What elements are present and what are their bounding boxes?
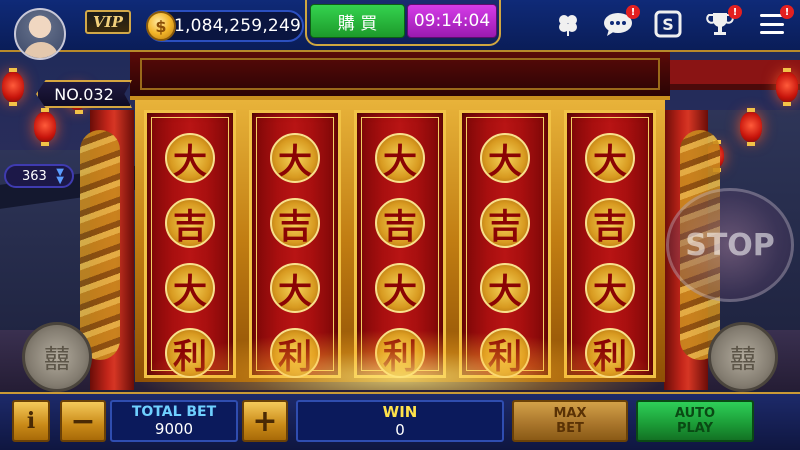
- win-panel: WIN 0: [296, 400, 504, 442]
- vip-badge[interactable]: VIP: [85, 10, 131, 34]
- buy-button[interactable]: 購 買: [310, 4, 405, 38]
- level-count-dropdown[interactable]: 363 ▼ ▼: [4, 164, 74, 188]
- chat-badge: !: [626, 5, 640, 19]
- level-count-value: 363: [22, 168, 47, 184]
- menu-icon[interactable]: !: [756, 5, 794, 39]
- auto-play-button[interactable]: AUTO PLAY: [636, 400, 754, 442]
- top-bar: VIP $ 1,084,259,249 購 買 09:14:04 ! S ! !: [0, 0, 800, 52]
- level-tag: NO.032: [36, 80, 132, 108]
- stone-drum-left-icon: [22, 322, 92, 392]
- bottom-bar: i − TOTAL BET 9000 + WIN 0 MAX BET AUTO …: [0, 392, 800, 450]
- reel-symbol: 大: [585, 263, 635, 313]
- reel-symbol: 大: [270, 133, 320, 183]
- reel-symbol: 大: [480, 133, 530, 183]
- stop-button[interactable]: STOP: [666, 188, 794, 302]
- reel-symbol: 吉: [165, 198, 215, 248]
- lantern-icon: [740, 108, 762, 146]
- trophy-badge: !: [728, 5, 742, 19]
- reel-symbol: 吉: [585, 198, 635, 248]
- chevron-down-icon: ▼ ▼: [56, 167, 64, 186]
- total-bet-label: TOTAL BET: [131, 404, 217, 420]
- lantern-icon: [34, 108, 56, 146]
- info-button[interactable]: i: [12, 400, 50, 442]
- win-glow: [135, 330, 665, 390]
- lantern-icon: [776, 68, 798, 106]
- max-bet-button[interactable]: MAX BET: [512, 400, 628, 442]
- chat-icon[interactable]: !: [602, 5, 640, 39]
- max-bet-label-line1: MAX: [553, 406, 587, 421]
- coin-icon: $: [146, 11, 176, 41]
- stone-drum-right-icon: [708, 322, 778, 392]
- coin-balance: 1,084,259,249: [174, 16, 301, 36]
- trophy-icon[interactable]: !: [704, 5, 742, 39]
- total-bet-panel: TOTAL BET 9000: [110, 400, 238, 442]
- reel-symbol: 吉: [480, 198, 530, 248]
- lantern-icon: [2, 68, 24, 106]
- timer: 09:14:04: [407, 4, 497, 38]
- machine-frame-top: [130, 52, 670, 100]
- reel-symbol: 吉: [375, 198, 425, 248]
- reel-symbol: 大: [165, 263, 215, 313]
- increase-bet-button[interactable]: +: [242, 400, 288, 442]
- svg-text:S: S: [662, 15, 674, 34]
- reel-symbol: 大: [480, 263, 530, 313]
- clover-icon[interactable]: [552, 9, 584, 39]
- avatar[interactable]: [14, 8, 66, 60]
- menu-badge: !: [780, 5, 794, 19]
- reel-symbol: 大: [375, 263, 425, 313]
- auto-play-label-line1: AUTO: [674, 406, 716, 421]
- decrease-bet-button[interactable]: −: [60, 400, 106, 442]
- auto-play-label-line2: PLAY: [676, 421, 714, 436]
- max-bet-label-line2: BET: [556, 421, 584, 436]
- reel-symbol: 吉: [270, 198, 320, 248]
- reel-symbol: 大: [585, 133, 635, 183]
- cashier-icon[interactable]: S: [652, 9, 684, 39]
- reel-symbol: 大: [270, 263, 320, 313]
- win-value: 0: [395, 421, 405, 439]
- total-bet-value: 9000: [154, 420, 194, 438]
- reel-symbol: 大: [375, 133, 425, 183]
- win-label: WIN: [382, 403, 418, 421]
- coin-balance-box[interactable]: $ 1,084,259,249: [146, 10, 304, 42]
- reel-symbol: 大: [165, 133, 215, 183]
